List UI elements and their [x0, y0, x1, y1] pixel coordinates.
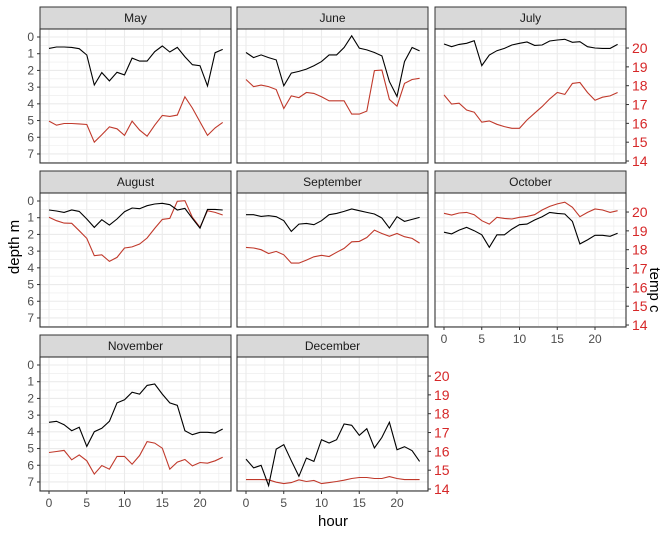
facet-strip-label: August — [117, 175, 155, 189]
y2-tick-label: 19 — [632, 223, 648, 239]
x-tick-label: 20 — [390, 496, 404, 510]
y2-tick-label: 20 — [632, 204, 648, 220]
y-tick-label: 7 — [27, 311, 34, 325]
y2-tick-label: 17 — [632, 97, 648, 113]
y-tick-label: 4 — [27, 425, 34, 439]
panel-background — [435, 29, 626, 163]
y2-tick-label: 16 — [434, 443, 450, 459]
y-tick-label: 3 — [27, 80, 34, 94]
y-tick-label: 1 — [27, 375, 34, 389]
y-tick-label: 7 — [27, 475, 34, 489]
facet-strip-label: June — [319, 11, 345, 25]
y-tick-label: 0 — [27, 30, 34, 44]
panel-background — [237, 357, 428, 491]
facet-strip-label: May — [124, 11, 147, 25]
panel-july: July 14 15 16 17 18 19 20 — [434, 6, 648, 169]
x-tick-label: 5 — [478, 332, 485, 346]
faceted-depth-temp-chart: depth m hour temp c May 0 1 2 3 4 5 6 7 June July 1… — [6, 6, 663, 530]
x-tick-label: 0 — [441, 332, 448, 346]
panel-background — [237, 193, 428, 327]
y2-tick-label: 20 — [632, 40, 648, 56]
y2-tick-label: 14 — [434, 481, 450, 497]
y2-tick-label: 17 — [434, 425, 450, 441]
x-tick-label: 10 — [513, 332, 527, 346]
facet-strip-label: November — [108, 339, 163, 353]
y-tick-label: 0 — [27, 194, 34, 208]
panel-background — [40, 357, 231, 491]
panel-may: May 0 1 2 3 4 5 6 7 — [27, 6, 232, 164]
y2-tick-label: 19 — [434, 387, 450, 403]
facet-strip-label: December — [305, 339, 360, 353]
x-tick-label: 10 — [315, 496, 329, 510]
panel-december: December 14 15 16 17 18 19 20 0 5 10 15 20 — [236, 334, 450, 510]
y-tick-label: 2 — [27, 227, 34, 241]
panel-background — [40, 29, 231, 163]
facet-strip-label: September — [303, 175, 362, 189]
panel-august: August 0 1 2 3 4 5 6 7 — [27, 170, 232, 328]
x-axis-title: hour — [318, 513, 348, 530]
y-tick-label: 2 — [27, 63, 34, 77]
panel-background — [40, 193, 231, 327]
panel-november: November012345670 5 10 15 20 — [27, 334, 232, 510]
y2-tick-label: 15 — [434, 462, 450, 478]
facet-strip-label: July — [520, 11, 541, 25]
x-tick-label: 15 — [353, 496, 367, 510]
y-tick-label: 1 — [27, 47, 34, 61]
y-tick-label: 4 — [27, 97, 34, 111]
panel-september: September — [236, 170, 429, 328]
y-tick-label: 5 — [27, 442, 34, 456]
y-tick-label: 2 — [27, 391, 34, 405]
y-tick-label: 6 — [27, 458, 34, 472]
y2-tick-label: 15 — [632, 298, 648, 314]
y-tick-label: 5 — [27, 114, 34, 128]
y-tick-label: 5 — [27, 278, 34, 292]
y-tick-label: 4 — [27, 261, 34, 275]
y2-tick-label: 20 — [434, 368, 450, 384]
x-tick-label: 20 — [193, 496, 207, 510]
y-tick-label: 7 — [27, 147, 34, 161]
y2-tick-label: 14 — [632, 317, 648, 333]
y2-tick-label: 15 — [632, 134, 648, 150]
x-tick-label: 15 — [156, 496, 170, 510]
x-tick-label: 0 — [243, 496, 250, 510]
y2-tick-label: 16 — [632, 279, 648, 295]
panel-background — [237, 29, 428, 163]
y-tick-label: 3 — [27, 244, 34, 258]
y2-tick-label: 18 — [632, 78, 648, 94]
y2-tick-label: 16 — [632, 115, 648, 131]
y-axis-title: depth m — [6, 220, 23, 274]
y2-tick-label: 18 — [632, 242, 648, 258]
y-tick-label: 3 — [27, 408, 34, 422]
y-tick-label: 6 — [27, 130, 34, 144]
y-tick-label: 1 — [27, 211, 34, 225]
facet-strip-label: October — [509, 175, 552, 189]
y2-tick-label: 19 — [632, 59, 648, 75]
x-tick-label: 5 — [280, 496, 287, 510]
panel-october: October 14 15 16 17 18 19 20 0 5 10 15 20 — [434, 170, 648, 346]
x-tick-label: 15 — [551, 332, 565, 346]
x-tick-label: 0 — [46, 496, 53, 510]
x-tick-label: 10 — [118, 496, 132, 510]
y2-tick-label: 18 — [434, 406, 450, 422]
y2-tick-label: 14 — [632, 153, 648, 169]
y-tick-label: 6 — [27, 294, 34, 308]
x-tick-label: 20 — [588, 332, 602, 346]
y2-tick-label: 17 — [632, 261, 648, 277]
panel-june: June — [236, 6, 429, 164]
y-tick-label: 0 — [27, 358, 34, 372]
y2-axis-title: temp c — [646, 267, 663, 313]
x-tick-label: 5 — [83, 496, 90, 510]
